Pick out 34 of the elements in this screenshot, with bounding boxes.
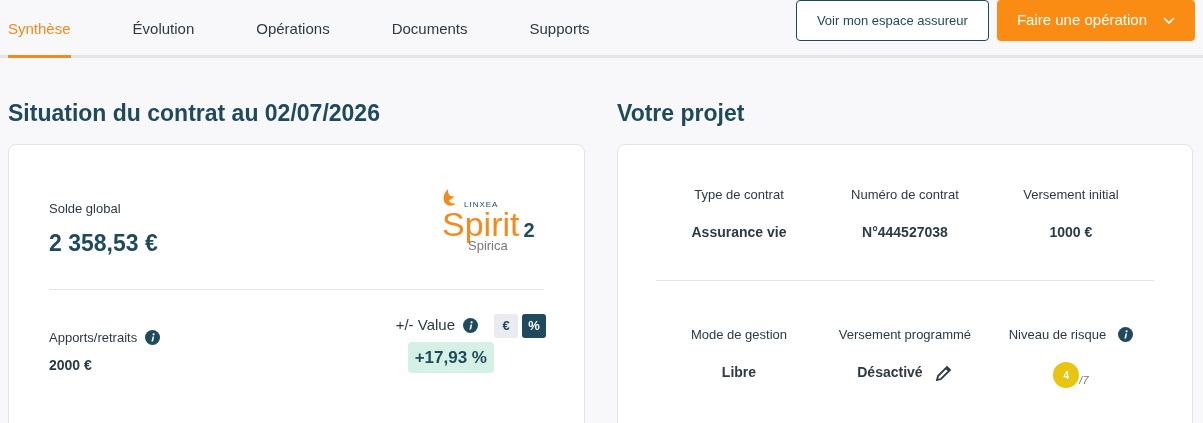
section-title: Situation du contrat au 02/07/2026 bbox=[8, 100, 381, 128]
tab[interactable]: Supports bbox=[529, 3, 590, 58]
field-label: Numéro de contrat bbox=[851, 185, 959, 204]
field-value: Libre bbox=[721, 363, 757, 383]
field-label: Mode de gestion bbox=[690, 325, 788, 344]
unit-toggle[interactable]: € bbox=[494, 313, 518, 338]
info-icon[interactable] bbox=[145, 329, 161, 345]
logo-drawing: LINXEA Spirit2 Spirica bbox=[442, 184, 546, 254]
info-icon[interactable] bbox=[1118, 326, 1134, 342]
field-label: Versement programmé bbox=[838, 325, 972, 344]
field-label: Versement initial bbox=[1023, 185, 1119, 204]
info-icon[interactable] bbox=[463, 318, 478, 334]
tab[interactable]: Évolution bbox=[132, 3, 195, 58]
field-value: Assurance vie bbox=[691, 223, 787, 243]
section-title: Votre projet bbox=[617, 100, 746, 128]
unit-toggle[interactable]: % bbox=[522, 313, 546, 338]
pencil-icon[interactable] bbox=[934, 363, 953, 382]
gain-label: +/- Value bbox=[395, 315, 455, 336]
risk-badge: 4 bbox=[1053, 362, 1080, 389]
contributions-value: 2000 € bbox=[49, 356, 93, 376]
risk-scale: /7 bbox=[1079, 372, 1089, 388]
balance-value: 2 358,53 € bbox=[49, 229, 158, 259]
chevron-icon bbox=[1163, 16, 1175, 25]
balance-label: Solde global bbox=[49, 199, 122, 218]
tab[interactable]: Documents bbox=[391, 3, 468, 58]
field-label: Niveau de risque bbox=[1008, 325, 1107, 344]
field-label: Type de contrat bbox=[694, 185, 784, 204]
gain-value: +17,93 % bbox=[407, 341, 494, 374]
contributions-label: Apports/retraits bbox=[49, 328, 138, 347]
field-value: 1000 € bbox=[1049, 223, 1093, 243]
field-value: N°444527038 bbox=[862, 223, 948, 243]
field-value: Désactivé bbox=[857, 363, 923, 383]
tab[interactable]: Opérations bbox=[256, 3, 330, 58]
insurer-space-button[interactable]: Voir mon espace assureur bbox=[795, 0, 989, 41]
